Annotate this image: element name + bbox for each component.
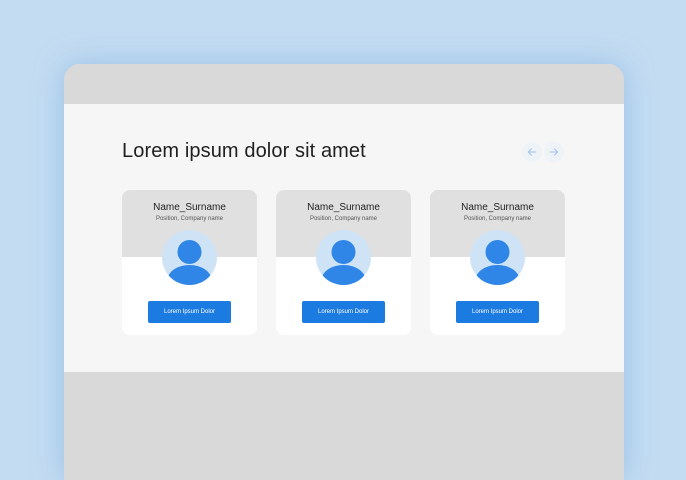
card-action-button[interactable]: Lorem Ipsum Dolor [456, 301, 539, 323]
card-position: Position, Company name [309, 216, 378, 222]
profile-card: Name_Surname Position, Company name Lore… [122, 190, 257, 335]
card-name: Name_Surname [307, 202, 380, 213]
content-placeholder [64, 372, 624, 480]
avatar [162, 230, 217, 285]
user-icon [167, 240, 212, 285]
arrow-right-icon [548, 146, 560, 158]
card-name: Name_Surname [153, 202, 226, 213]
profile-card: Name_Surname Position, Company name Lore… [430, 190, 565, 335]
section-title: Lorem ipsum dolor sit amet [122, 140, 366, 162]
browser-window: Lorem ipsum dolor sit amet Name_Surname … [64, 64, 624, 480]
window-top-bar [64, 64, 624, 104]
card-position: Position, Company name [463, 216, 532, 222]
profile-card: Name_Surname Position, Company name Lore… [276, 190, 411, 335]
user-icon [321, 240, 366, 285]
avatar [316, 230, 371, 285]
card-position: Position, Company name [155, 216, 224, 222]
avatar [470, 230, 525, 285]
carousel-prev-button[interactable] [522, 142, 542, 162]
arrow-left-icon [526, 146, 538, 158]
carousel-next-button[interactable] [544, 142, 564, 162]
card-action-button[interactable]: Lorem Ipsum Dolor [148, 301, 231, 323]
card-name: Name_Surname [461, 202, 534, 213]
card-action-button[interactable]: Lorem Ipsum Dolor [302, 301, 385, 323]
user-icon [475, 240, 520, 285]
team-section: Lorem ipsum dolor sit amet Name_Surname … [64, 104, 624, 372]
